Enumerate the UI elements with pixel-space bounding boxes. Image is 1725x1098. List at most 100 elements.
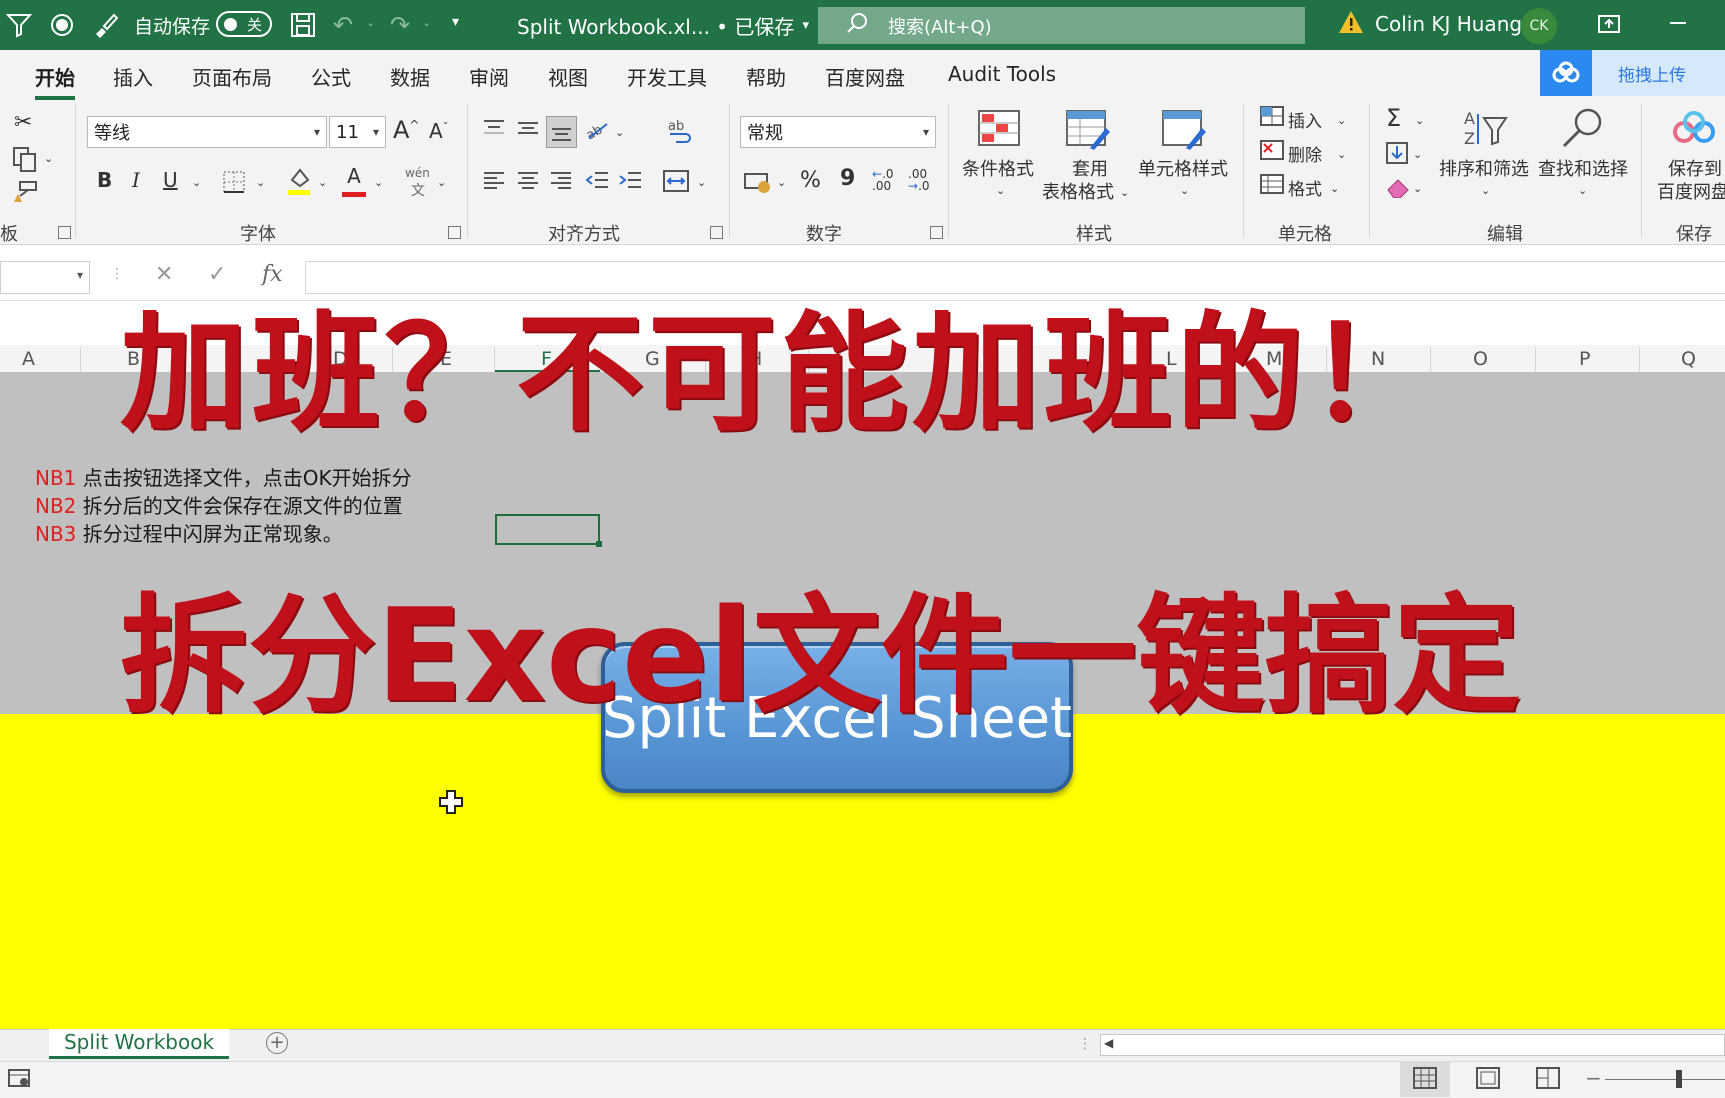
search-box[interactable]: 搜索(Alt+Q) (818, 7, 1305, 44)
clipboard-launcher-icon[interactable] (58, 226, 71, 239)
column-header-o[interactable]: O (1473, 348, 1488, 370)
note-line-2[interactable]: NB2 拆分后的文件会保存在源文件的位置 (35, 490, 403, 519)
tab-help[interactable]: 帮助 (746, 62, 786, 91)
tab-page-layout[interactable]: 页面布局 (192, 62, 272, 91)
column-header-q[interactable]: Q (1681, 348, 1696, 370)
percent-button[interactable]: % (800, 168, 821, 193)
alignment-launcher-icon[interactable] (710, 226, 723, 239)
tab-baidu-netdisk[interactable]: 百度网盘 (825, 62, 905, 91)
fill-icon[interactable] (1386, 142, 1408, 169)
tab-audit-tools[interactable]: Audit Tools (948, 62, 1056, 86)
add-sheet-button[interactable]: + (266, 1032, 288, 1054)
align-bottom-button[interactable] (546, 116, 577, 148)
sort-filter-label[interactable]: 排序和筛选 (1439, 158, 1529, 181)
note-line-1[interactable]: NB1 点击按钮选择文件，点击OK开始拆分 (35, 462, 412, 491)
customize-toolbar-icon[interactable]: ▾ (452, 14, 459, 30)
insert-cells-icon[interactable] (1260, 106, 1284, 131)
copy-dropdown-icon[interactable]: ⌄ (44, 152, 53, 165)
align-center-icon[interactable] (517, 170, 539, 195)
zoom-slider[interactable] (1605, 1079, 1725, 1080)
normal-view-icon[interactable] (1413, 1067, 1437, 1095)
merge-center-icon[interactable] (663, 170, 689, 197)
tab-view[interactable]: 视图 (548, 62, 588, 91)
format-as-table-label2[interactable]: 表格格式 (1042, 181, 1114, 204)
user-name[interactable]: Colin KJ Huang (1375, 12, 1522, 36)
copy-icon[interactable] (12, 146, 38, 177)
horizontal-scrollbar[interactable] (1100, 1034, 1725, 1056)
tab-insert[interactable]: 插入 (113, 62, 153, 91)
save-to-baidu-label2[interactable]: 百度网盘 (1657, 181, 1725, 204)
scroll-splitter-icon[interactable]: ⋮ (1078, 1036, 1092, 1052)
number-format-combo[interactable]: 常规 ▾ (740, 116, 936, 148)
align-top-icon[interactable] (483, 118, 505, 143)
insert-dropdown-icon[interactable]: ⌄ (1337, 114, 1346, 127)
delete-cells-label[interactable]: 删除 (1288, 141, 1322, 166)
format-as-table-dropdown-icon[interactable]: ⌄ (1120, 186, 1129, 199)
font-color-dropdown-icon[interactable]: ⌄ (374, 176, 383, 189)
minimize-icon[interactable] (1670, 22, 1686, 24)
borders-icon[interactable] (222, 170, 246, 199)
clear-icon[interactable] (1386, 178, 1410, 203)
name-box[interactable]: ▾ (0, 261, 90, 294)
save-icon[interactable] (290, 12, 316, 38)
undo-dropdown-icon[interactable]: ⌄ (366, 16, 375, 29)
find-select-icon[interactable] (1560, 106, 1604, 148)
phonetic-dropdown-icon[interactable]: ⌄ (437, 176, 446, 189)
record-icon[interactable] (50, 13, 74, 37)
align-middle-icon[interactable] (517, 118, 539, 143)
cell-styles-label[interactable]: 单元格样式 (1138, 158, 1228, 181)
tab-data[interactable]: 数据 (390, 62, 430, 91)
find-select-dropdown-icon[interactable]: ⌄ (1578, 184, 1587, 197)
conditional-format-label[interactable]: 条件格式 (962, 158, 1034, 181)
sort-filter-icon[interactable]: AZ (1462, 106, 1508, 148)
baidu-cloud-icon[interactable] (1672, 110, 1716, 150)
format-cells-icon[interactable] (1260, 174, 1284, 199)
ribbon-display-icon[interactable] (1598, 13, 1620, 35)
cut-icon[interactable]: ✂ (14, 110, 32, 135)
delete-cells-icon[interactable] (1260, 140, 1284, 165)
decrease-decimal-icon[interactable]: .00 →.0 (908, 168, 930, 192)
column-divider[interactable] (80, 347, 81, 372)
format-painter-icon[interactable] (12, 180, 38, 209)
align-left-icon[interactable] (483, 170, 505, 195)
tab-developer[interactable]: 开发工具 (627, 62, 707, 91)
font-size-combo[interactable]: 11 ▾ (329, 116, 386, 148)
column-divider[interactable] (1639, 347, 1640, 372)
format-as-table-label1[interactable]: 套用 (1072, 158, 1108, 181)
insert-cells-label[interactable]: 插入 (1288, 107, 1322, 132)
clear-dropdown-icon[interactable]: ⌄ (1413, 182, 1422, 195)
macro-record-icon[interactable] (8, 1067, 32, 1095)
selected-cell[interactable] (495, 514, 602, 547)
wrap-text-icon[interactable]: ab (666, 118, 692, 151)
font-launcher-icon[interactable] (448, 226, 461, 239)
italic-button[interactable]: I (132, 168, 140, 192)
tab-formulas[interactable]: 公式 (311, 62, 351, 91)
autosum-icon[interactable]: Σ (1386, 104, 1401, 132)
accounting-dropdown-icon[interactable]: ⌄ (777, 176, 786, 189)
format-as-table-icon[interactable] (1066, 110, 1110, 150)
warning-icon[interactable] (1338, 10, 1364, 34)
orientation-icon[interactable]: ab (584, 118, 611, 147)
number-launcher-icon[interactable] (930, 226, 943, 239)
decrease-indent-icon[interactable] (585, 170, 609, 195)
scroll-left-icon[interactable]: ◀ (1104, 1036, 1113, 1050)
orientation-dropdown-icon[interactable]: ⌄ (615, 126, 624, 139)
cell-styles-icon[interactable] (1162, 110, 1206, 150)
cell-styles-dropdown-icon[interactable]: ⌄ (1180, 184, 1189, 197)
font-color-icon[interactable]: A (341, 164, 367, 197)
autosave-toggle[interactable]: 关 (216, 11, 272, 37)
brush-icon[interactable] (92, 12, 118, 38)
undo-icon[interactable]: ↶ (333, 11, 353, 39)
comma-button[interactable]: 9 (840, 166, 855, 191)
upload-button[interactable]: 拖拽上传 (1540, 50, 1725, 96)
note-line-3[interactable]: NB3 拆分过程中闪屏为正常现象。 (35, 518, 343, 547)
conditional-format-dropdown-icon[interactable]: ⌄ (996, 184, 1005, 197)
save-to-baidu-label1[interactable]: 保存到 (1668, 158, 1722, 181)
fill-dropdown-icon[interactable]: ⌄ (1413, 148, 1422, 161)
column-header-p[interactable]: P (1579, 348, 1590, 370)
page-layout-view-icon[interactable] (1476, 1067, 1500, 1095)
accounting-format-icon[interactable] (744, 170, 772, 199)
zoom-out-icon[interactable]: − (1585, 1066, 1602, 1090)
redo-icon[interactable]: ↷ (390, 11, 410, 39)
redo-dropdown-icon[interactable]: ⌄ (422, 16, 431, 29)
